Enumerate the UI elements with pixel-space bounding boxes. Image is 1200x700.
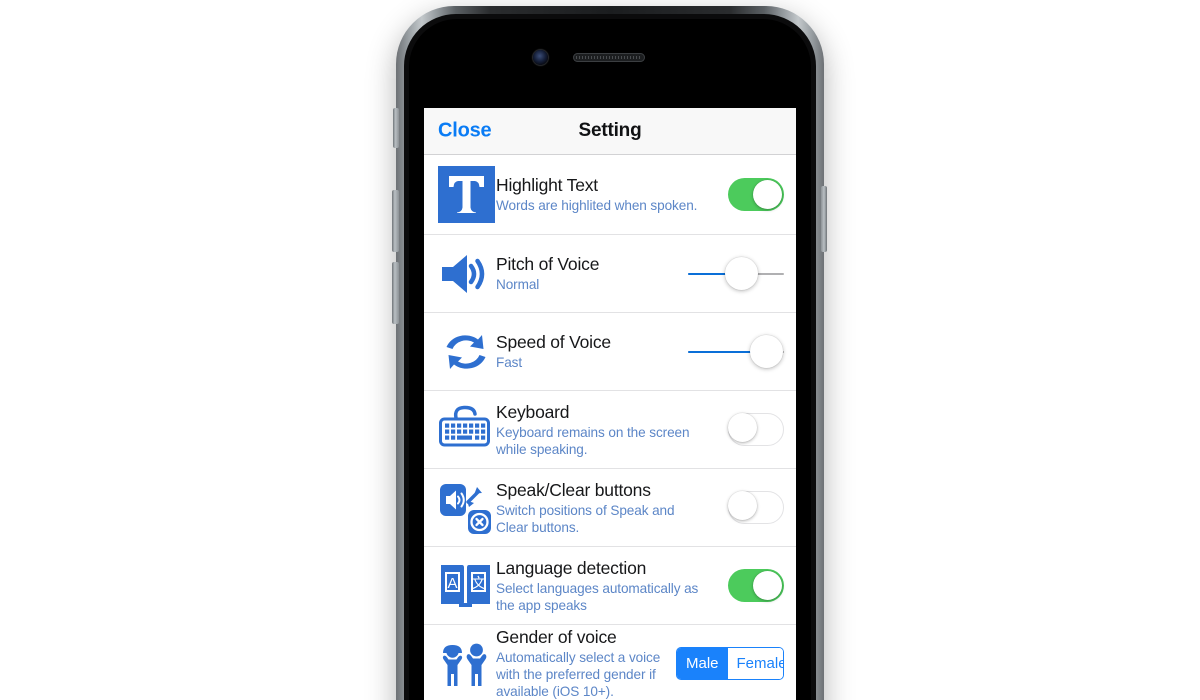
power-button[interactable] (821, 186, 827, 252)
letter-t-icon (438, 166, 495, 223)
row-control-container: Male Female (676, 647, 784, 680)
svg-text:A: A (447, 575, 457, 592)
toggle-knob (753, 571, 782, 600)
pitch-of-voice-slider[interactable] (688, 256, 784, 291)
screenshot-stage: Close Setting Highlight Text Words are h… (0, 0, 1200, 700)
gender-of-voice-segmented-control[interactable]: Male Female (676, 647, 784, 680)
row-icon-container (438, 391, 496, 468)
row-control-container (684, 256, 784, 291)
row-title: Keyboard (496, 401, 570, 422)
settings-row-gender-of-voice[interactable]: Gender of voice Automatically select a v… (424, 625, 796, 700)
row-icon-container (438, 155, 496, 234)
speed-of-voice-slider[interactable] (688, 334, 784, 369)
row-title: Pitch of Voice (496, 254, 600, 274)
keyboard-icon (438, 404, 494, 456)
row-icon-container (438, 469, 496, 546)
volume-down-button[interactable] (392, 262, 399, 324)
row-text-container: Speak/Clear buttons Switch positions of … (496, 480, 710, 536)
language-detection-toggle[interactable] (728, 569, 784, 602)
row-subtitle: Fast (496, 355, 523, 370)
row-icon-container (438, 313, 496, 390)
settings-row-language-detection[interactable]: A 文 Language detection Select languages … (424, 547, 796, 625)
segment-male[interactable]: Male (677, 648, 728, 679)
translate-book-icon: A 文 (438, 559, 494, 613)
page-title: Setting (578, 120, 642, 141)
slider-knob[interactable] (725, 256, 759, 290)
row-text-container: Highlight Text Words are highlited when … (496, 175, 710, 214)
row-control-container (710, 491, 784, 524)
speaker-volume-icon (438, 250, 494, 298)
settings-row-pitch-of-voice[interactable]: Pitch of Voice Normal (424, 235, 796, 313)
highlight-text-toggle[interactable] (728, 178, 784, 211)
slider-knob[interactable] (750, 334, 784, 368)
row-text-container: Keyboard Keyboard remains on the screen … (496, 402, 710, 458)
keyboard-toggle[interactable] (728, 413, 784, 446)
row-title: Highlight Text (496, 175, 598, 195)
row-control-container (684, 334, 784, 369)
settings-row-speak-clear-buttons[interactable]: Speak/Clear buttons Switch positions of … (424, 469, 796, 547)
row-title: Speak/Clear buttons (496, 479, 651, 500)
speaker-swap-clear-icon (438, 480, 494, 536)
toggle-knob (728, 413, 757, 442)
earpiece-speaker-icon (573, 53, 645, 62)
row-text-container: Speed of Voice Fast (496, 332, 684, 371)
row-icon-container (438, 625, 496, 700)
row-subtitle: Words are highlited when spoken. (496, 198, 698, 213)
row-text-container: Pitch of Voice Normal (496, 254, 684, 293)
row-icon-container: A 文 (438, 547, 496, 624)
front-camera-icon (533, 50, 548, 65)
row-subtitle: Keyboard remains on the screen while spe… (496, 424, 690, 457)
toggle-knob (753, 180, 782, 209)
speak-clear-buttons-toggle[interactable] (728, 491, 784, 524)
row-text-container: Gender of voice Automatically select a v… (496, 627, 676, 700)
row-control-container (710, 178, 784, 211)
navigation-bar: Close Setting (424, 108, 796, 155)
row-title: Speed of Voice (496, 332, 611, 352)
row-subtitle: Select languages automatically as the ap… (496, 580, 699, 613)
settings-row-keyboard[interactable]: Keyboard Keyboard remains on the screen … (424, 391, 796, 469)
row-title: Language detection (496, 557, 647, 578)
silent-switch-button[interactable] (393, 108, 399, 148)
volume-up-button[interactable] (392, 190, 399, 252)
row-subtitle: Normal (496, 277, 540, 292)
settings-row-highlight-text[interactable]: Highlight Text Words are highlited when … (424, 155, 796, 235)
segment-female[interactable]: Female (727, 648, 783, 679)
settings-row-speed-of-voice[interactable]: Speed of Voice Fast (424, 313, 796, 391)
row-control-container (710, 413, 784, 446)
row-title: Gender of voice (496, 627, 617, 647)
phone-screen: Close Setting Highlight Text Words are h… (424, 108, 796, 700)
refresh-sync-icon (438, 327, 494, 377)
svg-text:文: 文 (472, 576, 486, 592)
row-icon-container (438, 235, 496, 312)
toggle-knob (728, 491, 757, 520)
row-subtitle: Automatically select a voice with the pr… (496, 650, 661, 699)
two-people-icon (438, 639, 494, 689)
row-control-container (710, 569, 784, 602)
row-subtitle: Switch positions of Speak and Clear butt… (496, 502, 675, 535)
row-text-container: Language detection Select languages auto… (496, 558, 710, 614)
